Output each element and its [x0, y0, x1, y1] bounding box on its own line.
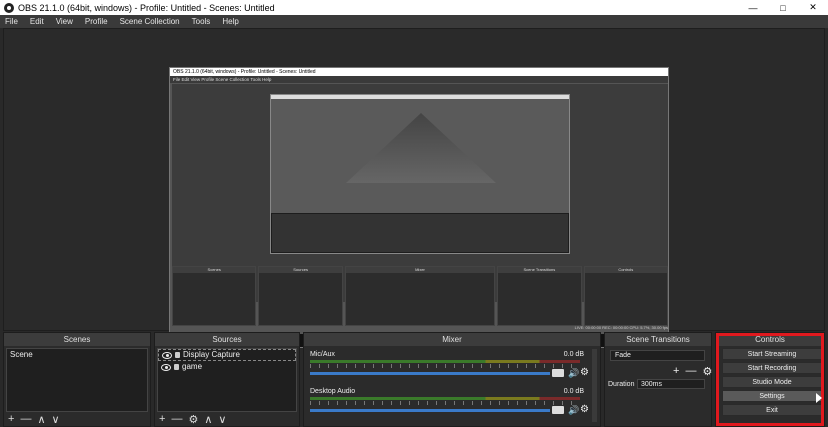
minimize-button[interactable]: —: [738, 3, 768, 13]
channel-name: Mic/Aux: [310, 351, 335, 358]
remove-source-button[interactable]: —: [171, 413, 182, 425]
eye-icon[interactable]: [161, 363, 171, 371]
source-item[interactable]: game: [158, 361, 296, 373]
volume-slider[interactable]: [310, 372, 550, 375]
meter-ticks: [310, 364, 580, 368]
obs-logo-icon: [4, 2, 14, 13]
add-transition-button[interactable]: +: [673, 365, 679, 378]
preview-nested-title: OBS 21.1.0 (64bit, windows) - Profile: U…: [170, 68, 668, 76]
move-source-down-button[interactable]: ∨: [218, 413, 226, 426]
close-button[interactable]: ✕: [798, 2, 828, 13]
lock-icon[interactable]: [174, 364, 179, 370]
remove-transition-button[interactable]: —: [685, 365, 696, 378]
move-scene-up-button[interactable]: ∧: [37, 413, 45, 426]
channel-name: Desktop Audio: [310, 388, 356, 395]
scenes-list[interactable]: Scene: [6, 348, 148, 412]
menu-file[interactable]: File: [5, 17, 18, 26]
speaker-icon[interactable]: 🔊: [568, 368, 579, 379]
menu-view[interactable]: View: [56, 17, 73, 26]
gear-icon[interactable]: ⚙: [580, 404, 589, 415]
mixer-channels: Mic/Aux 0.0 dB 🔊 ⚙ Desktop Audio 0.0 dB …: [306, 348, 590, 424]
menu-tools[interactable]: Tools: [192, 17, 211, 26]
maximize-button[interactable]: □: [768, 3, 798, 13]
sources-header: Sources: [155, 333, 299, 346]
scene-item-label: Scene: [10, 350, 33, 359]
preview-dock-transitions: Scene Transitions: [497, 266, 582, 326]
title-bar: OBS 21.1.0 (64bit, windows) - Profile: U…: [0, 0, 828, 15]
duration-label: Duration: [608, 381, 635, 388]
meter-ticks: [310, 401, 580, 405]
preview-dock-sources: Sources: [258, 266, 343, 326]
highlight-box: [716, 333, 824, 426]
mixer-channel: Desktop Audio 0.0 dB 🔊 ⚙: [310, 388, 589, 422]
preview-recursive-image: [270, 94, 570, 254]
channel-db: 0.0 dB: [563, 351, 584, 358]
preview-dock-sources-header: Sources: [259, 267, 342, 273]
move-scene-down-button[interactable]: ∨: [52, 413, 60, 426]
menu-edit[interactable]: Edit: [30, 17, 44, 26]
menu-help[interactable]: Help: [222, 17, 238, 26]
mixer-header: Mixer: [304, 333, 600, 346]
preview-dock-mixer-header: Mixer: [345, 267, 495, 273]
scene-item[interactable]: Scene: [7, 349, 147, 361]
transitions-dock: Scene Transitions Fade + — ⚙ Duration 30…: [604, 332, 712, 427]
menu-bar: File Edit View Profile Scene Collection …: [0, 15, 828, 28]
sources-dock: Sources Display Capture game + — ⚙ ∧ ∨: [154, 332, 300, 427]
preview-canvas[interactable]: OBS 21.1.0 (64bit, windows) - Profile: U…: [169, 67, 669, 348]
speaker-icon[interactable]: 🔊: [568, 405, 579, 416]
preview-dock-mixer: Mixer: [344, 266, 496, 326]
volume-slider[interactable]: [310, 409, 550, 412]
sources-toolbar: + — ⚙ ∧ ∨: [159, 413, 226, 426]
add-source-button[interactable]: +: [159, 413, 165, 425]
scenes-header: Scenes: [4, 333, 150, 346]
preview-recursive-titlebar: [271, 95, 569, 99]
preview-nested-menu: File Edit View Profile Scene Collection …: [170, 76, 668, 83]
preview-recursive-pyramid: [346, 113, 496, 183]
preview-dock-scenes-header: Scenes: [173, 267, 256, 273]
move-source-up-button[interactable]: ∧: [204, 413, 212, 426]
transitions-header: Scene Transitions: [605, 333, 711, 346]
volume-meter: [310, 397, 580, 400]
preview-dock-transitions-header: Scene Transitions: [498, 267, 581, 273]
transition-select[interactable]: Fade: [610, 350, 705, 361]
eye-icon[interactable]: [162, 351, 172, 359]
sources-list[interactable]: Display Capture game: [157, 348, 297, 412]
remove-scene-button[interactable]: —: [20, 413, 31, 425]
channel-db: 0.0 dB: [563, 388, 584, 395]
transition-settings-button[interactable]: ⚙: [702, 365, 712, 378]
duration-field[interactable]: 300ms: [637, 379, 705, 389]
menu-profile[interactable]: Profile: [85, 17, 108, 26]
mixer-channel: Mic/Aux 0.0 dB 🔊 ⚙: [310, 351, 589, 385]
preview-dock-controls-header: Controls: [584, 267, 667, 273]
source-item-label: game: [182, 362, 203, 371]
controls-dock: Controls Start Streaming Start Recording…: [715, 332, 825, 427]
add-scene-button[interactable]: +: [8, 413, 14, 425]
preview-dock-scenes: Scenes: [172, 266, 257, 326]
preview-recursive-docks: [271, 213, 569, 253]
menu-scene-collection[interactable]: Scene Collection: [120, 17, 180, 26]
volume-slider-handle[interactable]: [552, 406, 564, 414]
preview-area[interactable]: OBS 21.1.0 (64bit, windows) - Profile: U…: [3, 28, 825, 348]
mouse-cursor-icon: [816, 393, 822, 403]
window-title: OBS 21.1.0 (64bit, windows) - Profile: U…: [18, 2, 275, 13]
preview-nested-docks: Scenes Sources Mixer Scene Transitions C…: [172, 266, 668, 326]
transition-controls: + — ⚙: [673, 365, 712, 378]
source-properties-button[interactable]: ⚙: [188, 413, 198, 426]
dock-row: Scenes Scene + — ∧ ∨ Sources Display Cap…: [3, 332, 825, 427]
source-item-label: Display Capture: [183, 350, 240, 359]
mixer-dock: Mixer Mic/Aux 0.0 dB 🔊 ⚙ Desktop Audio 0…: [303, 332, 601, 427]
source-item[interactable]: Display Capture: [158, 349, 296, 361]
volume-meter: [310, 360, 580, 363]
scenes-dock: Scenes Scene + — ∧ ∨: [3, 332, 151, 427]
mixer-scrollbar[interactable]: [592, 349, 597, 422]
scenes-toolbar: + — ∧ ∨: [8, 413, 60, 426]
lock-icon[interactable]: [175, 352, 180, 358]
gear-icon[interactable]: ⚙: [580, 367, 589, 378]
volume-slider-handle[interactable]: [552, 369, 564, 377]
preview-dock-controls: Controls: [583, 266, 668, 326]
